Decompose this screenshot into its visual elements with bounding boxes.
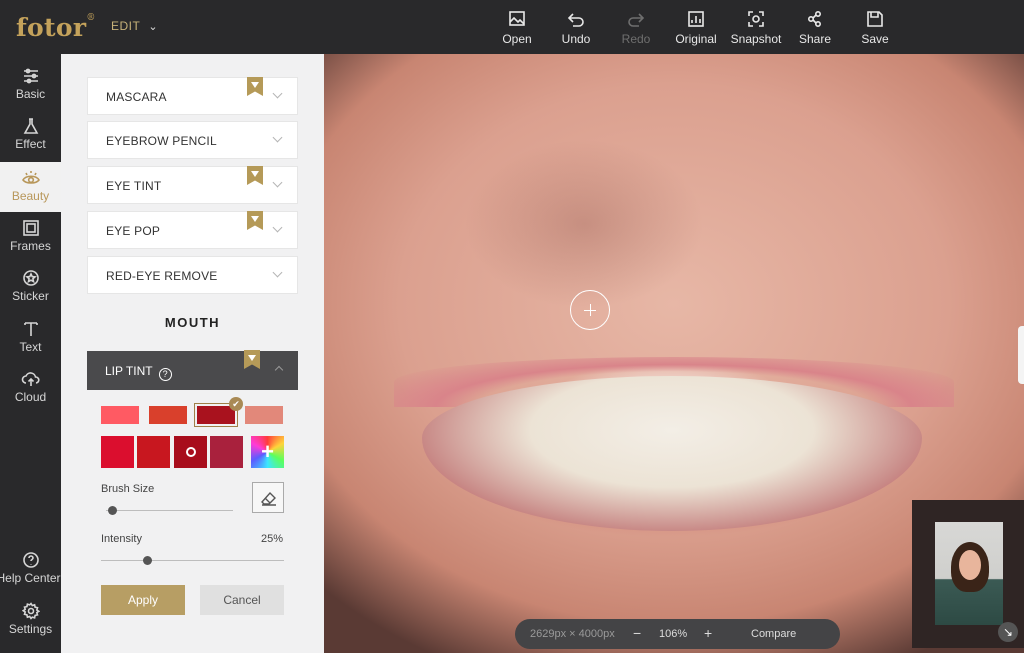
edit-mode-label: EDIT — [111, 19, 141, 33]
photo-canvas[interactable]: 2629px × 4000px − 106% + Compare ↘ — [324, 54, 1024, 653]
color-swatch-selected[interactable]: ✔ — [194, 397, 243, 427]
nav-basic[interactable]: Basic — [0, 60, 61, 110]
chevron-down-icon — [274, 224, 283, 233]
photo-smile — [422, 376, 922, 531]
share-icon — [785, 10, 845, 32]
plus-icon: + — [261, 439, 274, 464]
nav-beauty[interactable]: Beauty — [0, 162, 61, 212]
open-image-icon — [487, 10, 547, 32]
edit-mode-dropdown[interactable]: EDIT ⌄ — [111, 19, 158, 33]
nav-settings[interactable]: Settings — [0, 595, 61, 645]
navigator-thumbnail[interactable]: ↘ — [912, 500, 1024, 648]
save-button[interactable]: Save — [845, 10, 905, 46]
color-swatch[interactable] — [149, 406, 187, 424]
fotor-logo[interactable]: fotor® — [16, 13, 96, 42]
color-swatch[interactable] — [210, 436, 243, 468]
accordion-eyebrow-pencil[interactable]: EYEBROW PENCIL — [87, 121, 298, 159]
original-image-icon — [666, 10, 726, 32]
nav-cloud[interactable]: Cloud — [0, 363, 61, 413]
zoom-bar: 2629px × 4000px − 106% + Compare — [515, 619, 840, 649]
color-swatch[interactable] — [137, 436, 170, 468]
accordion-eye-tint[interactable]: EYE TINT — [87, 166, 298, 204]
chevron-down-icon — [274, 269, 283, 278]
premium-badge-icon — [244, 350, 260, 369]
undo-button[interactable]: Undo — [546, 10, 606, 46]
accordion-eye-pop[interactable]: EYE POP — [87, 211, 298, 249]
apply-button[interactable]: Apply — [101, 585, 185, 615]
nav-effect[interactable]: Effect — [0, 110, 61, 160]
intensity-label: Intensity — [101, 533, 142, 545]
snapshot-button[interactable]: Snapshot — [726, 10, 786, 46]
text-icon — [23, 322, 38, 336]
collapse-arrow-icon[interactable]: ↘ — [998, 622, 1018, 642]
zoom-level: 106% — [659, 628, 688, 640]
brush-size-track[interactable] — [106, 510, 233, 511]
color-swatch-brush-active[interactable] — [174, 436, 207, 468]
eraser-button[interactable] — [252, 482, 284, 513]
thumbnail-image — [935, 522, 1003, 625]
zoom-out-button[interactable]: − — [633, 625, 641, 641]
custom-color-button[interactable]: + — [251, 436, 284, 468]
thumbnail-face — [959, 550, 981, 580]
nav-sticker[interactable]: Sticker — [0, 262, 61, 312]
cloud-upload-icon — [21, 372, 40, 386]
eye-icon — [21, 171, 40, 184]
nav-help-center[interactable]: Help Center — [0, 544, 61, 594]
premium-badge-icon — [247, 77, 263, 96]
left-navigation: Basic Effect Beauty Frames Sticker Text … — [0, 54, 61, 653]
checkmark-icon: ✔ — [229, 397, 243, 411]
sliders-icon — [23, 68, 38, 84]
redo-icon — [606, 10, 666, 32]
accordion-mascara[interactable]: MASCARA — [87, 77, 298, 115]
chevron-down-icon — [274, 134, 283, 143]
color-swatch[interactable] — [101, 436, 134, 468]
premium-badge-icon — [247, 211, 263, 230]
intensity-value: 25% — [261, 533, 284, 545]
chevron-down-icon: ⌄ — [148, 21, 159, 33]
section-title-mouth: MOUTH — [164, 315, 221, 330]
share-button[interactable]: Share — [785, 10, 845, 46]
chevron-up-icon — [274, 365, 284, 375]
undo-icon — [546, 10, 606, 32]
original-button[interactable]: Original — [666, 10, 726, 46]
snapshot-icon — [726, 10, 786, 32]
color-swatch[interactable] — [245, 406, 283, 424]
redo-button[interactable]: Redo — [606, 10, 666, 46]
accordion-red-eye-remove[interactable]: RED-EYE REMOVE — [87, 256, 298, 294]
premium-badge-icon — [247, 166, 263, 185]
accordion-lip-tint[interactable]: LIP TINT? — [87, 350, 298, 390]
beauty-panel: MASCARA EYEBROW PENCIL EYE TINT EYE POP … — [61, 54, 324, 653]
compare-button[interactable]: Compare — [751, 628, 796, 640]
eraser-icon — [261, 491, 276, 506]
help-icon — [22, 552, 39, 568]
intensity-track[interactable] — [101, 560, 284, 561]
save-icon — [845, 10, 905, 32]
zoom-in-button[interactable]: + — [704, 625, 712, 641]
brush-cursor-icon — [570, 290, 610, 330]
side-panel-toggle[interactable] — [1018, 326, 1024, 384]
gear-icon — [21, 602, 40, 620]
chevron-down-icon — [274, 90, 283, 99]
frame-icon — [22, 220, 39, 236]
intensity-slider-handle[interactable] — [142, 556, 152, 565]
chevron-down-icon — [274, 179, 283, 188]
star-sticker-icon — [22, 270, 39, 286]
nav-frames[interactable]: Frames — [0, 212, 61, 262]
open-button[interactable]: Open — [487, 10, 547, 46]
flask-icon — [23, 118, 38, 134]
help-icon[interactable]: ? — [158, 368, 172, 381]
brush-size-label: Brush Size — [101, 483, 155, 495]
color-swatch[interactable] — [101, 406, 139, 424]
nav-text[interactable]: Text — [0, 313, 61, 363]
brush-size-slider-handle[interactable] — [108, 506, 118, 515]
top-toolbar: fotor® EDIT ⌄ Open Undo Redo Original Sna… — [0, 0, 1024, 54]
image-dimensions: 2629px × 4000px — [530, 628, 615, 640]
cancel-button[interactable]: Cancel — [200, 585, 284, 615]
brush-ring-icon — [185, 447, 196, 457]
